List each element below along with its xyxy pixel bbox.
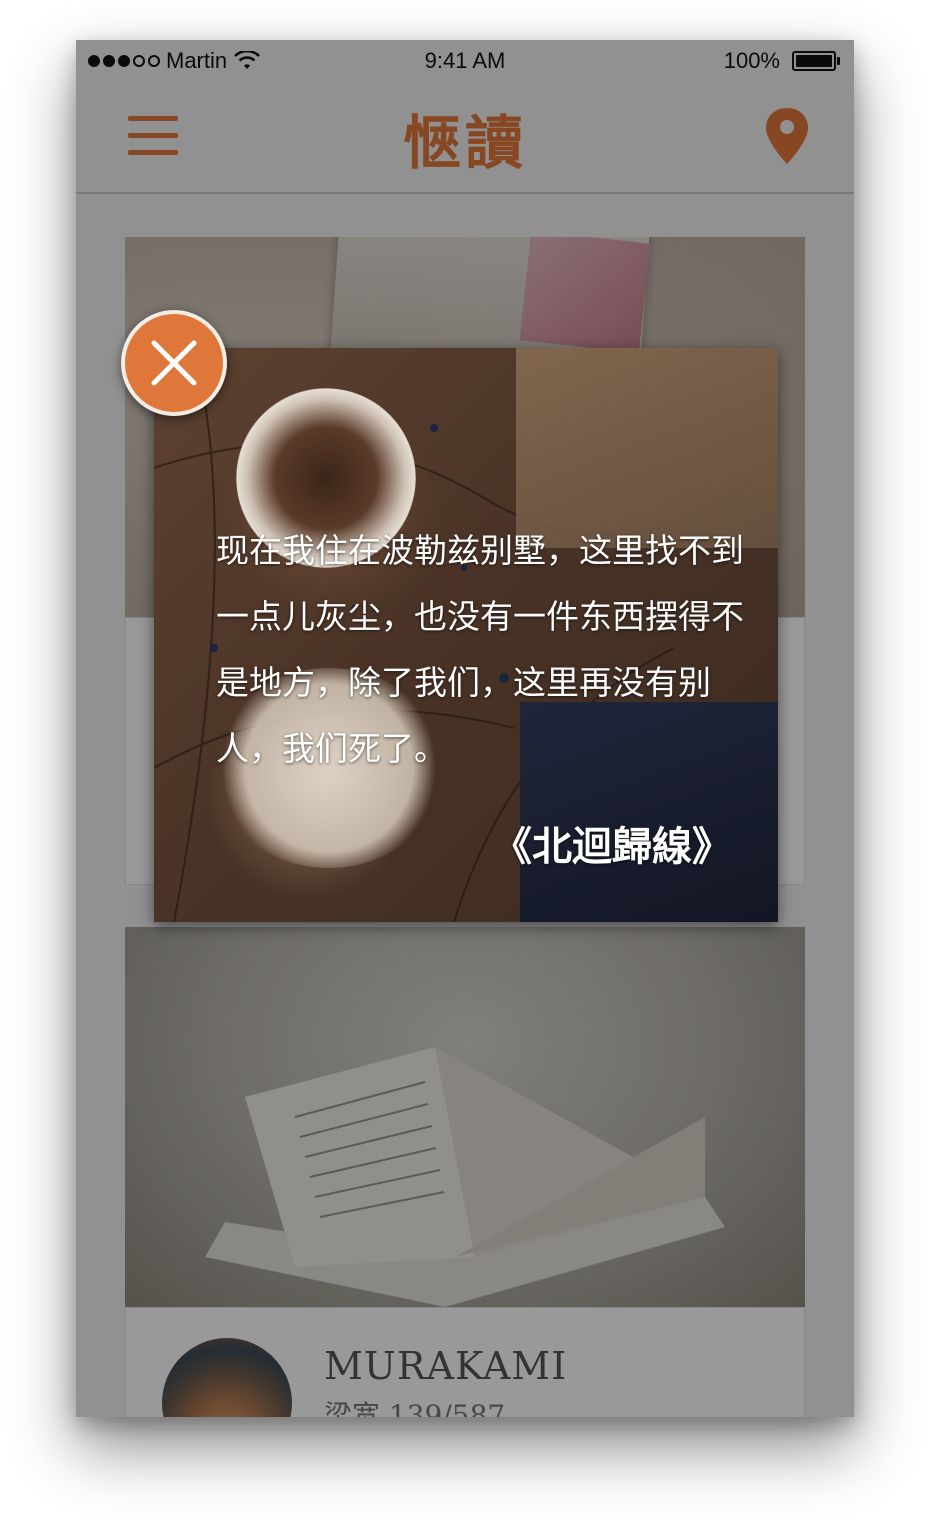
close-icon: [151, 340, 197, 386]
quote-text: 现在我住在波勒兹别墅，这里找不到一点儿灰尘，也没有一件东西摆得不是地方，除了我们…: [216, 531, 744, 768]
phone-screen: Martin 9:41 AM 100% 愜讀 MURAKAMI 梁宽 139/5…: [76, 40, 854, 1417]
quote-popup: 现在我住在波勒兹别墅，这里找不到一点儿灰尘，也没有一件东西摆得不是地方，除了我们…: [154, 348, 778, 922]
quote-source: 《北迴歸線》: [492, 823, 732, 870]
close-button[interactable]: [121, 310, 227, 416]
